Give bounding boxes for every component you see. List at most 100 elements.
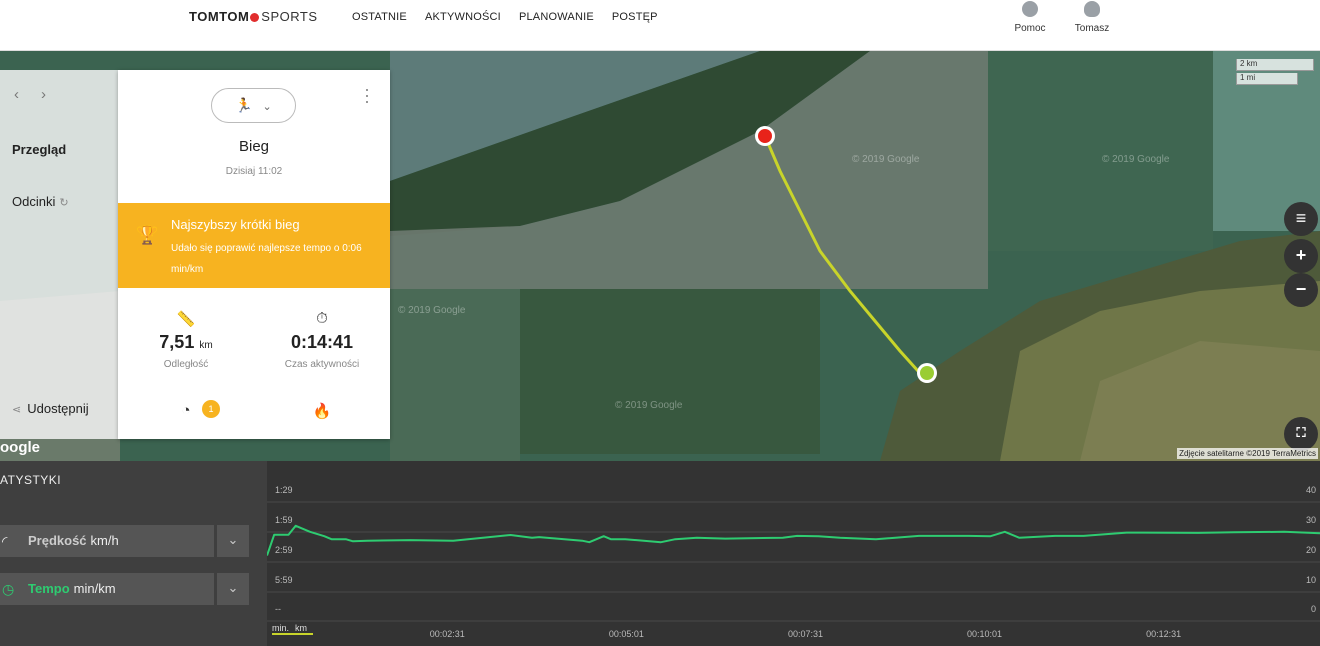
brand-logo[interactable]: TOMTOM SPORTS <box>189 9 318 24</box>
imagery-credit[interactable]: Zdjęcie satelitarne ©2019 TerraMetrics <box>1177 448 1318 459</box>
stats-title: ATYSTYKI <box>0 473 62 487</box>
speedometer-icon: ◔ <box>181 402 191 419</box>
achievement-title: Najszybszy krótki bieg <box>171 217 300 232</box>
sidebar-item-label: Odcinki <box>12 194 56 209</box>
map-watermark: © 2019 Google <box>1102 154 1170 165</box>
layers-menu-button[interactable]: ≡ <box>1284 202 1318 236</box>
sidebar-item-overview[interactable]: Przegląd <box>12 142 66 157</box>
pace-icon: ◷ <box>2 581 15 597</box>
plus-icon: + <box>1295 245 1307 265</box>
series-line-speed <box>267 524 1320 556</box>
y-left-tick-label: 1:59 <box>275 515 293 525</box>
share-icon: ⋖ <box>12 404 22 416</box>
record-badge: 1 <box>202 400 220 418</box>
distance-value: 7,51 <box>159 332 195 352</box>
activity-date: Dzisiaj 11:02 <box>225 166 283 177</box>
laps-icon: ↻ <box>59 197 69 209</box>
help-icon <box>1022 1 1038 17</box>
map-watermark: © 2019 Google <box>852 154 920 165</box>
x-tick-label: 00:02:31 <box>430 629 465 639</box>
zoom-in-button[interactable]: + <box>1284 239 1318 273</box>
metric-speed-name: Prędkość <box>28 533 87 548</box>
help-label: Pomoc <box>1014 23 1046 34</box>
sport-type-dropdown[interactable]: 🏃 ⌄ <box>211 88 296 123</box>
scale-mi: 1 mi <box>1236 73 1298 85</box>
distance-unit: km <box>199 340 213 351</box>
map-scale: 2 km 1 mi <box>1236 59 1314 87</box>
y-right-tick-label: 10 <box>1306 575 1316 585</box>
achievement-description: Udało się poprawić najlepsze tempo o 0:0… <box>171 243 362 275</box>
sidebar-item-label: Udostępnij <box>27 401 89 416</box>
trophy-icon: 🏆 <box>136 225 159 245</box>
chevron-down-icon: ⌄ <box>227 580 239 595</box>
y-right-tick-label: 40 <box>1306 485 1316 495</box>
running-icon: 🏃 <box>235 97 253 113</box>
stat-duration: ⏱ 0:14:41 Czas aktywności <box>254 310 390 370</box>
stopwatch-icon: ⏱ <box>316 310 328 327</box>
chart-svg: 1:29 1:59 2:59 5:59 -- 40 30 20 10 0 00:02:31 00:05… <box>267 485 1320 639</box>
fit-bounds-icon: ⛶ <box>1296 425 1306 440</box>
nav-link-recent[interactable]: OSTATNIE <box>352 11 407 23</box>
y-right-tick-label: 0 <box>1311 604 1316 614</box>
x-unit-min: min. <box>272 623 290 633</box>
stats-panel: ATYSTYKI ◜ Prędkość km/h ⌄ ◷ Tempo min/km … <box>0 461 1320 646</box>
x-unit-toggle[interactable]: min. km <box>272 623 314 635</box>
nav-link-activities[interactable]: AKTYWNOŚCI <box>425 11 501 23</box>
duration-label: Czas aktywności <box>284 359 360 370</box>
fit-route-button[interactable]: ⛶ <box>1284 417 1318 451</box>
activity-chart[interactable]: 1:29 1:59 2:59 5:59 -- 40 30 20 10 0 00:02:31 00:05… <box>267 461 1320 646</box>
top-nav: TOMTOM SPORTS OSTATNIE AKTYWNOŚCI PLANOWA… <box>0 0 1320 51</box>
x-tick-label: 00:05:01 <box>609 629 644 639</box>
metric-speed-dropdown[interactable]: ⌄ <box>217 525 249 557</box>
activity-title: Bieg <box>238 138 270 155</box>
chevron-right-icon[interactable]: › <box>41 86 46 103</box>
x-tick-label: 00:07:31 <box>788 629 823 639</box>
activity-sidenav: ‹ › Przegląd Odcinki ↻ ⋖ Udostępnij <box>0 70 118 439</box>
user-button[interactable]: Tomasz <box>1062 0 1122 34</box>
x-tick-label: 00:12:31 <box>1146 629 1181 639</box>
x-tick-label: 00:10:01 <box>967 629 1002 639</box>
metric-pace-dropdown[interactable]: ⌄ <box>217 573 249 605</box>
brand-dot-icon <box>250 13 260 22</box>
y-left-tick-label: 5:59 <box>275 575 293 585</box>
nav-link-planning[interactable]: PLANOWANIE <box>519 11 594 23</box>
sidebar-item-laps[interactable]: Odcinki ↻ <box>12 194 69 209</box>
metric-pace[interactable]: ◷ Tempo min/km <box>0 573 214 605</box>
y-right-tick-label: 20 <box>1306 545 1316 555</box>
map-watermark: © 2019 Google <box>398 305 466 316</box>
google-logo: oogle <box>0 439 40 456</box>
speedometer-icon: ◜ <box>2 533 8 549</box>
y-left-tick-label: 1:29 <box>275 485 293 495</box>
brand-main: TOMTOM <box>189 9 250 24</box>
sidebar-item-share[interactable]: ⋖ Udostępnij <box>12 401 89 416</box>
distance-label: Odległość <box>163 359 209 370</box>
main-nav: OSTATNIE AKTYWNOŚCI PLANOWANIE POSTĘP <box>352 11 676 23</box>
ruler-icon: 📏 <box>176 311 196 328</box>
flame-icon: 🔥 <box>312 403 332 420</box>
help-button[interactable]: Pomoc <box>1000 0 1060 34</box>
chevron-down-icon: ⌄ <box>227 532 239 547</box>
nav-link-progress[interactable]: POSTĘP <box>612 11 658 23</box>
metric-selector-panel: ATYSTYKI ◜ Prędkość km/h ⌄ ◷ Tempo min/km … <box>0 461 267 646</box>
activity-card: 🏃 ⌄ · · · Bieg Dzisiaj 11:02 🏆 Najszybszy … <box>118 70 390 439</box>
stat-calories: 🔥 <box>254 402 390 422</box>
stat-speed: ◔ <box>118 402 254 422</box>
zoom-out-button[interactable]: − <box>1284 273 1318 307</box>
map-watermark: © 2019 Google <box>615 400 683 411</box>
minus-icon: − <box>1295 279 1307 299</box>
metric-speed[interactable]: ◜ Prędkość km/h <box>0 525 214 557</box>
x-unit-km: km <box>295 623 308 633</box>
duration-value: 0:14:41 <box>290 332 354 352</box>
user-label: Tomasz <box>1074 23 1110 34</box>
y-left-tick-label: -- <box>275 604 281 614</box>
achievement-banner: 🏆 Najszybszy krótki bieg Udało się popra… <box>118 203 390 288</box>
y-right-tick-label: 30 <box>1306 515 1316 525</box>
metric-pace-unit: min/km <box>73 581 116 596</box>
stat-distance: 📏 7,51 km Odległość <box>118 310 254 370</box>
metric-speed-unit: km/h <box>90 533 119 548</box>
chevron-down-icon: ⌄ <box>262 101 272 113</box>
more-options-icon[interactable]: · · · <box>364 80 370 110</box>
user-icon <box>1084 1 1100 17</box>
scale-km: 2 km <box>1236 59 1314 71</box>
chevron-left-icon[interactable]: ‹ <box>14 86 19 103</box>
